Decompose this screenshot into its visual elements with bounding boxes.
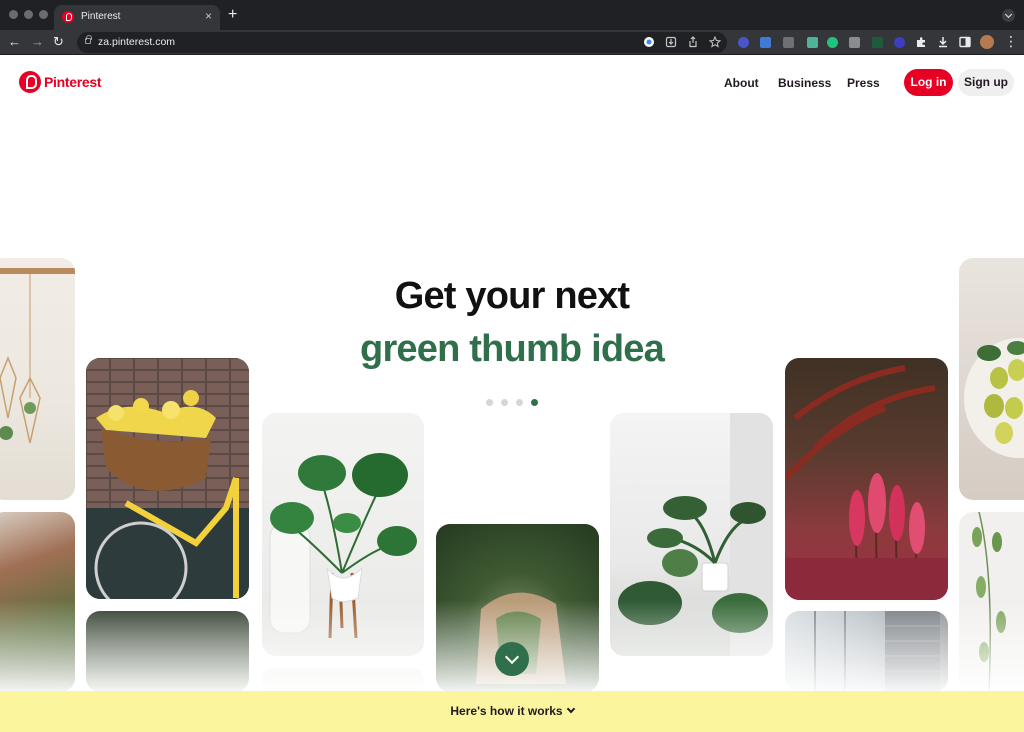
- bicycle-basket-illustration: [86, 358, 249, 599]
- new-tab-button[interactable]: +: [228, 6, 237, 24]
- login-button[interactable]: Log in: [904, 69, 953, 96]
- download-icon[interactable]: [937, 36, 949, 48]
- monstera-illustration: [269, 453, 417, 639]
- browser-menu-icon[interactable]: ⋮: [1004, 32, 1018, 50]
- logo-wordmark[interactable]: Pinterest: [44, 74, 102, 90]
- tab-close-icon[interactable]: ×: [205, 9, 212, 23]
- image-tile-window-shutter[interactable]: [785, 611, 948, 692]
- extension-7-icon[interactable]: [872, 37, 883, 48]
- profile-avatar[interactable]: [980, 35, 994, 49]
- image-tile-dark-greenery[interactable]: [86, 611, 249, 692]
- image-tile-red-flowers[interactable]: [785, 358, 948, 600]
- scroll-down-button[interactable]: [495, 642, 529, 676]
- nav-business-link[interactable]: Business: [778, 76, 831, 90]
- image-tile-leafy-stem[interactable]: [959, 512, 1024, 692]
- pinterest-favicon-icon: [62, 11, 74, 23]
- nav-about-link[interactable]: About: [724, 76, 759, 90]
- extension-2-icon[interactable]: [760, 37, 771, 48]
- window-close-dot[interactable]: [9, 10, 18, 19]
- extension-3-icon[interactable]: [783, 37, 794, 48]
- extension-1-icon[interactable]: [738, 37, 749, 48]
- image-tile-bicycle-tulips[interactable]: [86, 358, 249, 599]
- chevron-down-icon: [566, 704, 575, 714]
- browser-tab-bar: Pinterest × +: [0, 0, 1024, 30]
- extension-4-icon[interactable]: [807, 37, 818, 48]
- address-url[interactable]: za.pinterest.com: [98, 36, 175, 48]
- image-tile-kale-hands[interactable]: [0, 512, 75, 692]
- carousel-dot-4[interactable]: [531, 399, 538, 406]
- address-bar[interactable]: za.pinterest.com: [77, 32, 727, 53]
- leafy-stem-illustration: [972, 512, 1006, 692]
- hero-subheading: green thumb idea: [360, 328, 665, 370]
- side-panel-icon[interactable]: [959, 36, 971, 48]
- reload-button[interactable]: ↻: [53, 33, 64, 51]
- indoor-plants-illustration: [618, 413, 773, 656]
- forward-button[interactable]: →: [31, 33, 44, 51]
- window-zoom-dot[interactable]: [39, 10, 48, 19]
- window-minimize-dot[interactable]: [24, 10, 33, 19]
- carousel-dot-1[interactable]: [486, 399, 493, 406]
- tab-title: Pinterest: [81, 11, 121, 22]
- share-icon[interactable]: [687, 36, 699, 48]
- how-it-works-banner[interactable]: Here's how it works: [0, 691, 1024, 732]
- grammarly-icon[interactable]: [827, 37, 838, 48]
- extension-8-icon[interactable]: [894, 37, 905, 48]
- pinterest-logo-icon[interactable]: [19, 71, 41, 93]
- camera-extension-icon[interactable]: [849, 37, 860, 48]
- image-tile-partial[interactable]: [262, 668, 424, 692]
- hero-heading: Get your next: [394, 275, 630, 317]
- lock-icon: [85, 35, 92, 44]
- browser-toolbar: ← → ↻ za.pinterest.com ⋮: [0, 30, 1024, 55]
- nav-press-link[interactable]: Press: [847, 76, 880, 90]
- google-lens-icon[interactable]: [643, 36, 655, 48]
- image-tile-monstera[interactable]: [262, 413, 424, 656]
- image-tile-indoor-plants[interactable]: [610, 413, 773, 656]
- signup-button[interactable]: Sign up: [958, 69, 1014, 96]
- carousel-dot-3[interactable]: [516, 399, 523, 406]
- extensions-puzzle-icon[interactable]: [915, 36, 927, 48]
- carousel-dot-2[interactable]: [501, 399, 508, 406]
- install-app-icon[interactable]: [665, 36, 677, 48]
- how-it-works-label[interactable]: Here's how it works: [450, 704, 562, 718]
- browser-tab-pinterest[interactable]: Pinterest ×: [54, 5, 220, 30]
- bookmark-star-icon[interactable]: [709, 36, 721, 48]
- window-shutter-illustration: [814, 611, 940, 692]
- back-button[interactable]: ←: [8, 33, 21, 51]
- tab-search-icon[interactable]: [1002, 9, 1015, 22]
- red-flowers-illustration: [785, 365, 948, 600]
